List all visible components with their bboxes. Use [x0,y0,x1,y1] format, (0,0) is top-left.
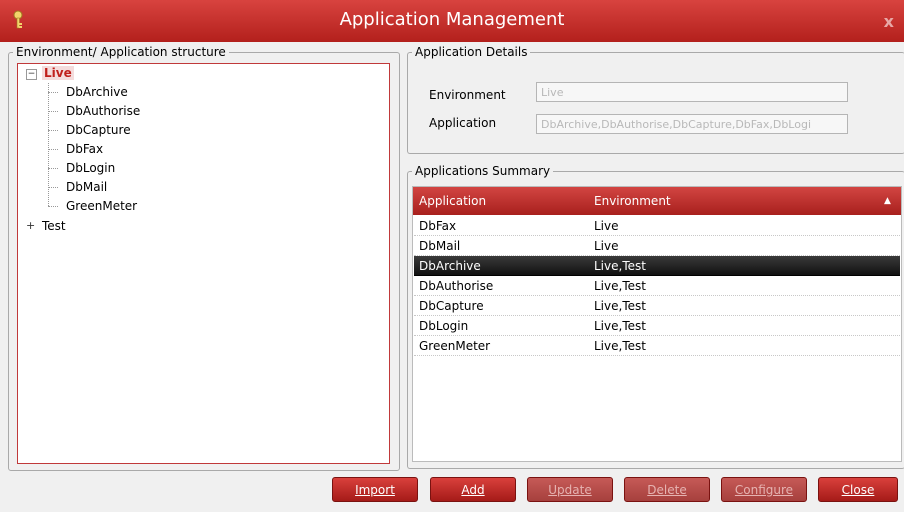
tree-connector [48,187,58,188]
tree-node-label: Live [42,66,74,80]
delete-button[interactable]: Delete [624,477,710,502]
window-title: Application Management [339,9,565,30]
tree-connector [48,206,58,207]
tree-node-dbfax[interactable]: DbFax [66,140,103,159]
tree-node-dbauthorise[interactable]: DbAuthorise [66,102,140,121]
environment-tree[interactable]: − Live DbArchive DbAuthorise DbCapture D… [17,63,390,464]
tree-node-dblogin[interactable]: DbLogin [66,159,115,178]
cell-application: DbFax [419,219,457,233]
tree-node-test[interactable]: Test [42,217,66,236]
title-bar: Application Management x [0,0,904,42]
applications-grid[interactable]: Application Environment ▲ DbFax Live DbM… [412,186,902,462]
cell-application: DbAuthorise [419,279,494,293]
application-field[interactable]: DbArchive,DbAuthorise,DbCapture,DbFax,Db… [536,114,848,134]
cell-environment: Live,Test [594,259,646,273]
tree-connector [48,168,58,169]
close-icon[interactable]: x [884,12,894,31]
configure-button[interactable]: Configure [721,477,807,502]
tree-node-live[interactable]: Live [42,64,74,83]
cell-environment: Live,Test [594,339,646,353]
column-header-environment[interactable]: Environment [594,194,671,208]
tree-connector [48,111,58,112]
close-button[interactable]: Close [818,477,898,502]
tree-panel-legend: Environment/ Application structure [16,45,226,59]
cell-environment: Live,Test [594,279,646,293]
cell-application: DbCapture [419,299,484,313]
tree-connector [48,149,58,150]
tree-connector [48,92,58,93]
table-row[interactable]: GreenMeter Live,Test [414,336,900,356]
import-button[interactable]: Import [332,477,418,502]
cell-environment: Live,Test [594,319,646,333]
cell-environment: Live [594,239,619,253]
application-label: Application [429,116,497,130]
collapse-icon[interactable]: − [26,69,37,80]
table-row[interactable]: DbFax Live [414,216,900,236]
environment-label: Environment [429,88,506,102]
tree-node-dbmail[interactable]: DbMail [66,178,107,197]
table-row-selected[interactable]: DbArchive Live,Test [414,256,900,276]
table-row[interactable]: DbMail Live [414,236,900,256]
environment-field[interactable]: Live [536,82,848,102]
add-button[interactable]: Add [430,477,516,502]
summary-panel-legend: Applications Summary [415,164,551,178]
table-row[interactable]: DbLogin Live,Test [414,316,900,336]
grid-header: Application Environment ▲ [413,187,901,215]
tree-node-greenmeter[interactable]: GreenMeter [66,197,137,216]
update-button[interactable]: Update [527,477,613,502]
cell-application: DbMail [419,239,461,253]
table-row[interactable]: DbAuthorise Live,Test [414,276,900,296]
tree-node-dbarchive[interactable]: DbArchive [66,83,128,102]
details-panel-legend: Application Details [415,45,528,59]
tree-connector [48,130,58,131]
cell-application: DbLogin [419,319,469,333]
cell-environment: Live,Test [594,299,646,313]
tree-node-dbcapture[interactable]: DbCapture [66,121,131,140]
expand-icon[interactable]: + [26,220,35,231]
column-header-application[interactable]: Application [419,194,486,208]
sort-ascending-icon[interactable]: ▲ [884,196,891,206]
cell-application: DbArchive [419,259,481,273]
table-row[interactable]: DbCapture Live,Test [414,296,900,316]
cell-application: GreenMeter [419,339,491,353]
cell-environment: Live [594,219,619,233]
